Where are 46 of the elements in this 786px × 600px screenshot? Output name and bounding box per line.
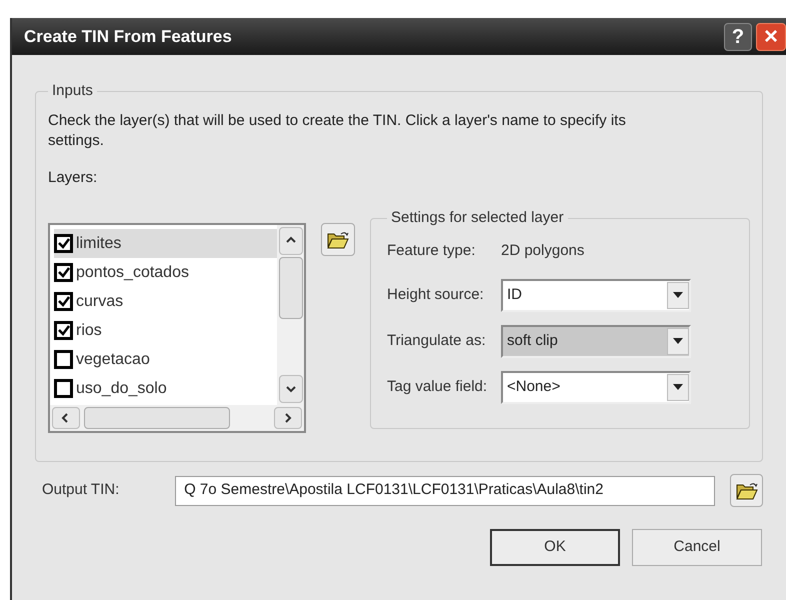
output-label: Output TIN: [41, 480, 120, 500]
open-folder-icon [736, 482, 758, 500]
checkbox[interactable] [54, 292, 73, 311]
scroll-right-button[interactable] [274, 407, 302, 429]
checkbox[interactable] [54, 321, 73, 340]
output-field[interactable]: Q 7o Semestre\Apostila LCF0131\LCF0131\Praticas\Aula8\tin2 [175, 476, 716, 506]
feature-type-value: 2D polygons [501, 241, 584, 262]
scroll-left-button[interactable] [52, 407, 80, 429]
check-icon [58, 325, 70, 336]
field-label: Tag value field: [387, 376, 488, 397]
group-title: Settings for selected layer [390, 208, 565, 228]
feature-type-label: Feature type: [387, 241, 476, 262]
layer-item[interactable]: curvas [54, 287, 277, 316]
scroll-thumb[interactable] [278, 257, 302, 319]
checkbox[interactable] [54, 350, 73, 369]
dropdown[interactable]: ID [501, 278, 691, 312]
check-icon [58, 267, 70, 278]
open-folder-icon [327, 230, 349, 248]
vertical-scrollbar[interactable] [277, 225, 304, 405]
dialog-button[interactable]: Cancel [632, 529, 762, 566]
check-icon [58, 296, 70, 307]
scroll-down-button[interactable] [278, 375, 302, 403]
field-label: Triangulate as: [387, 330, 487, 351]
horizontal-scrollbar[interactable] [50, 405, 304, 431]
layer-item[interactable]: uso_do_solo [54, 374, 277, 403]
help-button[interactable]: ? [724, 22, 752, 50]
layer-item[interactable]: limites [54, 229, 277, 258]
window-title: Create TIN From Features [24, 26, 233, 48]
layer-item[interactable]: rios [54, 316, 277, 345]
browse-button[interactable] [730, 474, 763, 507]
dropdown[interactable]: <None> [501, 370, 691, 404]
layer-item[interactable]: vegetacao [54, 345, 277, 374]
add-layer-button[interactable] [321, 223, 355, 256]
dialog-button[interactable]: OK [490, 529, 620, 566]
instructions-text: Check the layer(s) that will be used to create the TIN. Click a layer's name to specify its settings. [48, 110, 627, 150]
checkbox[interactable] [54, 263, 73, 282]
group-title: Inputs [51, 81, 94, 101]
field-label: Height source: [387, 284, 485, 305]
scroll-up-button[interactable] [278, 227, 302, 255]
scroll-thumb[interactable] [84, 407, 230, 429]
check-icon [58, 238, 70, 249]
layers-label: Layers: [48, 168, 98, 188]
layer-item[interactable]: pontos_cotados [54, 258, 277, 287]
checkbox[interactable] [54, 234, 73, 253]
close-button[interactable]: × [756, 22, 786, 50]
checkbox[interactable] [54, 379, 73, 398]
